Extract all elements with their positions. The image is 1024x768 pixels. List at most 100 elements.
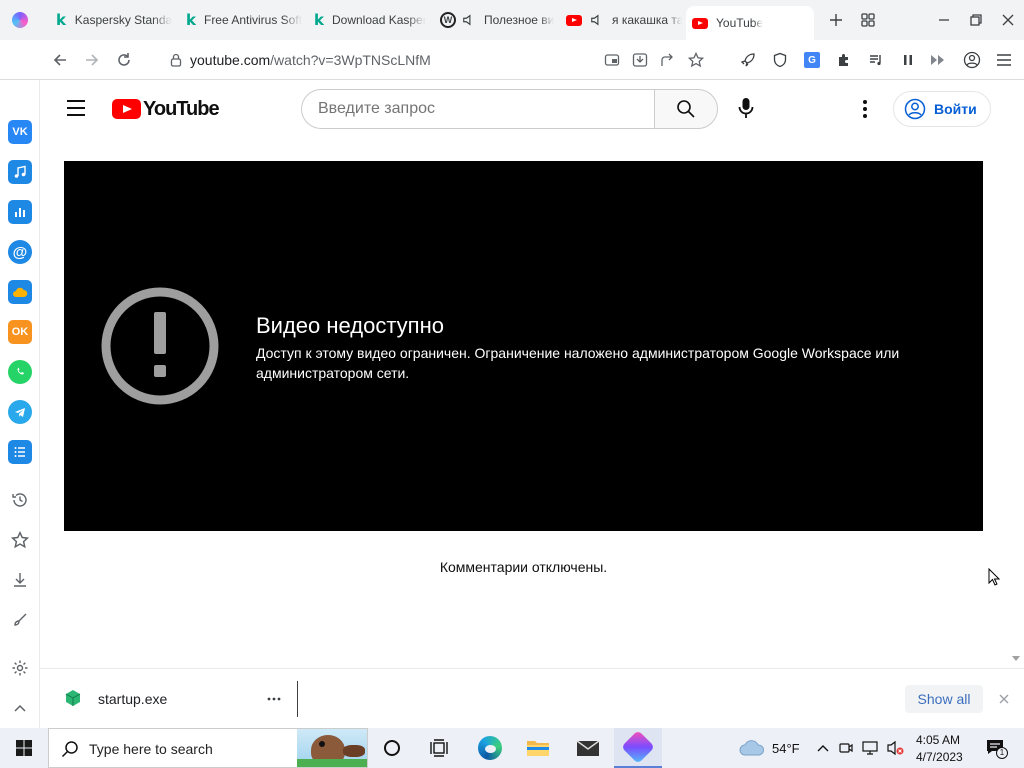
back-icon[interactable] [48,48,72,72]
windows-taskbar: Type here to search 54°F 4:05 AM 4/7/202… [0,728,1024,768]
more-options-icon[interactable] [862,99,868,119]
sign-in-label: Войти [934,101,977,117]
download-bar: startup.exe Show all [40,668,1024,728]
network-icon[interactable] [860,728,880,768]
tab-title: Полезное видео [484,13,554,27]
speaker-icon[interactable] [590,13,604,27]
search-button[interactable] [654,89,718,129]
kaspersky-icon: k [186,11,196,29]
list-icon[interactable] [8,440,32,464]
task-view-icon[interactable] [416,728,464,768]
site-info-lock-icon[interactable] [164,48,188,72]
volume-muted-icon[interactable] [884,728,906,768]
weather-cloud-icon[interactable] [732,728,772,768]
tab-download-kaspersky[interactable]: k Download Kaspersky [314,6,426,34]
search-icon [677,100,695,118]
collapse-chevron-up-icon[interactable] [10,698,30,718]
speaker-muted-icon[interactable] [462,13,476,27]
tab-yakakashka[interactable]: я какашка та [566,6,682,34]
vk-icon[interactable]: VK [8,120,32,144]
kaspersky-icon: k [314,11,324,29]
download-file-name[interactable]: startup.exe [98,691,167,707]
tab-free-antivirus[interactable]: k Free Antivirus Software [186,6,302,34]
download-divider [297,681,298,717]
tab-title: я какашка та [612,13,682,27]
meet-now-icon[interactable] [836,728,856,768]
install-app-icon[interactable] [628,48,652,72]
downloads-icon[interactable] [10,570,30,590]
hamburger-menu-icon[interactable] [66,99,86,117]
weather-temperature[interactable]: 54°F [772,741,800,756]
clock-time[interactable]: 4:05 AM [916,733,960,747]
account-icon [904,98,926,120]
settings-gear-icon[interactable] [10,658,30,678]
close-window-icon[interactable] [996,8,1020,32]
address-bar[interactable]: youtube.com/watch?v=3WpTNScLNfM [190,52,431,68]
music-icon[interactable] [8,160,32,184]
media-playlist-icon[interactable] [864,48,888,72]
share-icon[interactable] [656,48,680,72]
video-player[interactable]: Видео недоступно Доступ к этому видео ог… [64,161,983,531]
file-cube-icon [64,689,82,707]
tab-strip: k Kaspersky Standard k Free Antivirus So… [0,0,1024,40]
profile-icon[interactable] [960,48,984,72]
browser-menu-icon[interactable] [992,48,1016,72]
show-hidden-icons-chevron-icon[interactable] [812,728,834,768]
w-site-icon: W [440,12,456,28]
youtube-logo[interactable]: YouTube [112,97,220,120]
minimize-icon[interactable] [932,8,956,32]
tab-title: YouTube [716,16,764,30]
kaspersky-icon: k [56,11,66,29]
tab-search-icon[interactable] [856,8,880,32]
notification-center-icon[interactable]: 1 [978,728,1014,768]
edge-browser-icon[interactable] [466,728,514,768]
favorites-star-icon[interactable] [10,530,30,550]
mail-at-icon[interactable]: @ [8,240,32,264]
browser-logo-icon[interactable] [12,12,28,28]
mouse-cursor-icon [988,567,1001,586]
taskbar-search-box[interactable]: Type here to search [48,728,368,768]
close-download-bar-icon[interactable] [998,692,1010,704]
stats-icon[interactable] [8,200,32,224]
brush-icon[interactable] [10,610,30,630]
mail-icon[interactable] [564,728,612,768]
clock-date[interactable]: 4/7/2023 [916,750,963,764]
odnoklassniki-icon[interactable]: OK [8,320,32,344]
forward-icon[interactable] [80,48,104,72]
bookmark-star-icon[interactable] [684,48,708,72]
browser-sidebar: VK @ OK [0,80,40,728]
extensions-puzzle-icon[interactable] [832,48,856,72]
rocket-icon[interactable] [736,48,760,72]
reload-icon[interactable] [112,48,136,72]
cloud-icon[interactable] [8,280,32,304]
translate-extension-icon[interactable]: G [800,48,824,72]
history-icon[interactable] [10,490,30,510]
sign-in-button[interactable]: Войти [893,91,991,127]
search-input[interactable]: Введите запрос [301,89,655,129]
tab-poleznoe[interactable]: W Полезное видео [440,6,554,34]
cortana-circle-icon[interactable] [368,728,416,768]
youtube-logo-text: YouTube [143,97,220,120]
pause-icon[interactable] [896,48,920,72]
new-tab-icon[interactable] [824,8,848,32]
tab-youtube-active[interactable]: YouTube [686,6,814,40]
scroll-down-arrow-icon[interactable] [1012,656,1020,662]
browser-taskbar-app-icon[interactable] [614,728,662,768]
next-track-icon[interactable] [926,48,950,72]
tab-title: Kaspersky Standard [74,13,172,27]
show-all-downloads-button[interactable]: Show all [905,685,983,713]
download-more-options-icon[interactable] [266,691,282,707]
microphone-icon[interactable] [736,97,756,119]
url-path: /watch?v=3WpTNScLNfM [270,52,431,68]
telegram-icon[interactable] [8,400,32,424]
page-scrollbar[interactable] [1008,80,1024,668]
error-message: Доступ к этому видео ограничен. Ограниче… [256,345,900,381]
restore-icon[interactable] [964,8,988,32]
file-explorer-icon[interactable] [514,728,562,768]
tab-kaspersky-standard[interactable]: k Kaspersky Standard [56,6,172,34]
shield-icon[interactable] [768,48,792,72]
taskbar-search-placeholder: Type here to search [89,741,213,757]
picture-in-picture-icon[interactable] [600,48,624,72]
windows-start-icon[interactable] [0,728,48,768]
whatsapp-icon[interactable] [8,360,32,384]
